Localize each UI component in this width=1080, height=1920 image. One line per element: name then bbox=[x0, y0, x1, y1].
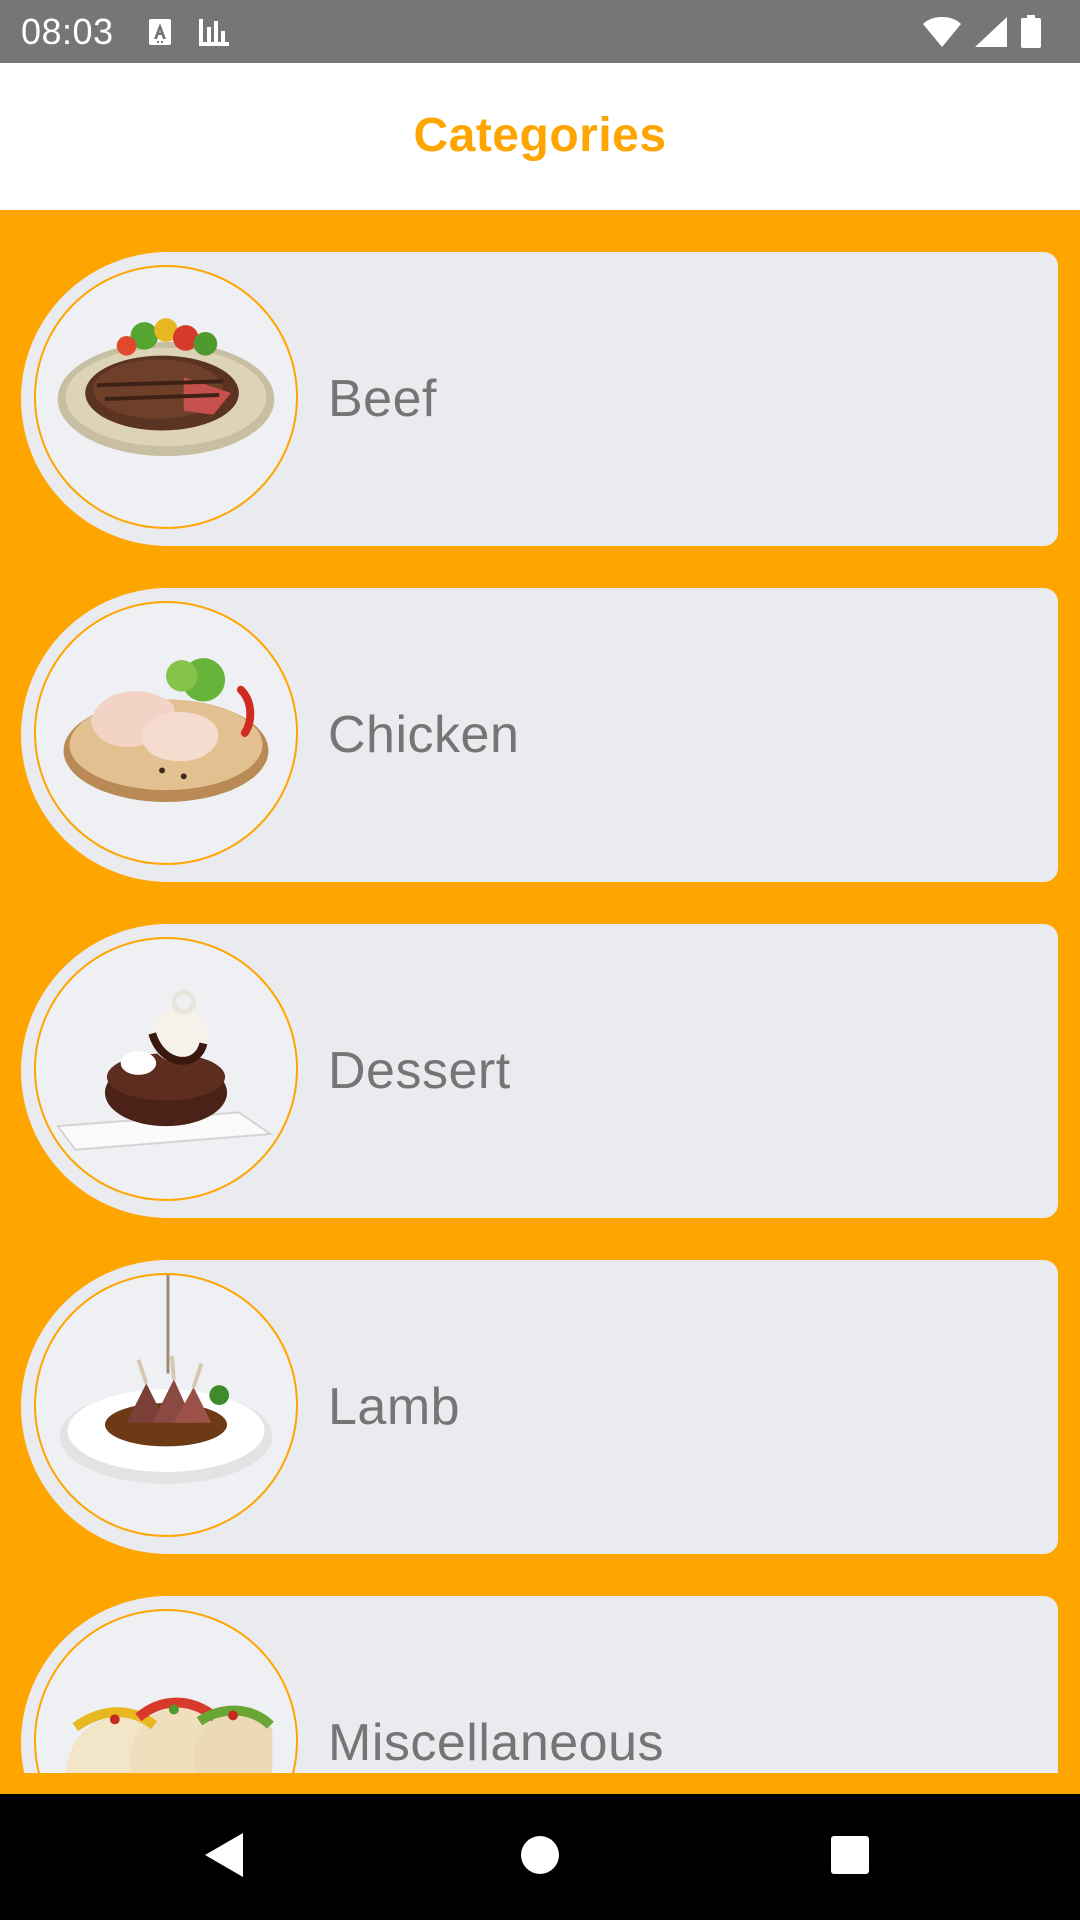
category-label: Chicken bbox=[328, 706, 520, 764]
category-list[interactable]: Beef Chicken Dessert Lamb Miscellaneous bbox=[0, 210, 1080, 1773]
status-left-icons bbox=[148, 17, 230, 47]
category-card-dessert[interactable]: Dessert bbox=[21, 924, 1058, 1218]
category-card-chicken[interactable]: Chicken bbox=[21, 588, 1058, 882]
category-label: Beef bbox=[328, 370, 437, 428]
recents-button[interactable] bbox=[820, 1794, 880, 1920]
home-button[interactable] bbox=[510, 1794, 570, 1920]
beef-dish-icon bbox=[34, 265, 298, 529]
navigation-bar bbox=[0, 1794, 1080, 1920]
recents-icon bbox=[830, 1835, 870, 1879]
status-right-icons bbox=[922, 14, 1042, 49]
category-card-miscellaneous[interactable]: Miscellaneous bbox=[21, 1596, 1058, 1773]
wifi-icon bbox=[922, 16, 962, 48]
back-icon bbox=[203, 1831, 247, 1883]
status-bar: 08:03 bbox=[0, 0, 1080, 63]
signal-icon bbox=[974, 16, 1008, 48]
status-time: 08:03 bbox=[21, 10, 114, 52]
dessert-dish-icon bbox=[34, 937, 298, 1201]
categories-screen: 08:03 Categories Beef Chicken Dessert La… bbox=[0, 0, 1080, 1920]
category-label: Lamb bbox=[328, 1378, 461, 1436]
app-bar: Categories bbox=[0, 63, 1080, 210]
lamb-dish-icon bbox=[34, 1273, 298, 1537]
battery-icon bbox=[1020, 14, 1042, 49]
home-icon bbox=[519, 1834, 561, 1880]
bar-chart-icon bbox=[198, 17, 230, 47]
category-card-beef[interactable]: Beef bbox=[21, 252, 1058, 546]
back-button[interactable] bbox=[195, 1794, 255, 1920]
category-label: Dessert bbox=[328, 1042, 511, 1100]
font-icon bbox=[148, 18, 172, 46]
category-label: Miscellaneous bbox=[328, 1714, 664, 1772]
category-card-lamb[interactable]: Lamb bbox=[21, 1260, 1058, 1554]
chicken-dish-icon bbox=[34, 601, 298, 865]
page-title: Categories bbox=[413, 109, 667, 162]
